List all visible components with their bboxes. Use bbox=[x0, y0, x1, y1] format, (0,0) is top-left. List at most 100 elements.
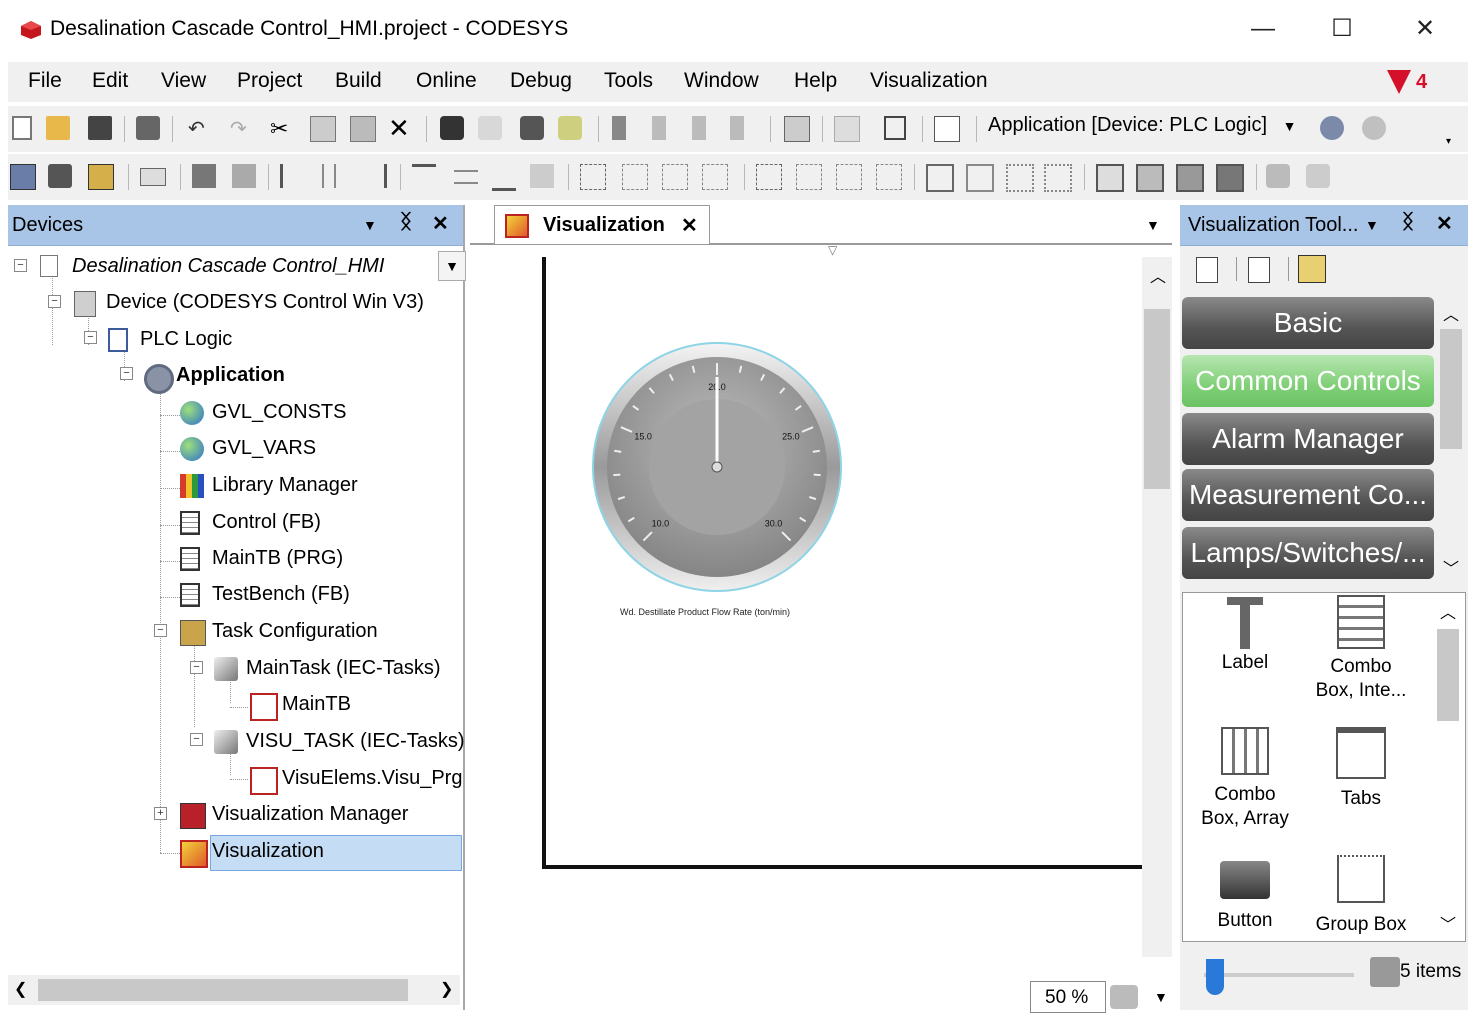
login-icon[interactable] bbox=[1320, 116, 1344, 140]
menu-visualization[interactable]: Visualization bbox=[870, 69, 988, 93]
ungroup-icon[interactable] bbox=[232, 164, 256, 188]
toolbox-item-group-box[interactable]: Group Box bbox=[1301, 855, 1421, 937]
collapse-toggle[interactable]: − bbox=[190, 733, 203, 746]
copy-icon[interactable] bbox=[310, 116, 336, 142]
same-spacing-icon[interactable] bbox=[662, 164, 688, 190]
select-all-icon[interactable] bbox=[1266, 164, 1290, 188]
group-icon[interactable] bbox=[192, 164, 216, 188]
distribute-vertical-icon[interactable] bbox=[756, 164, 782, 190]
visu-element-list-icon[interactable] bbox=[10, 164, 36, 190]
close-panel-icon[interactable]: ✕ bbox=[1436, 211, 1453, 236]
category-basic[interactable]: Basic bbox=[1182, 297, 1434, 349]
search-toolbox-icon[interactable] bbox=[1370, 957, 1400, 987]
slider-thumb[interactable] bbox=[1206, 959, 1224, 995]
collapse-toggle[interactable]: − bbox=[84, 331, 97, 344]
active-application-selector[interactable]: Application [Device: PLC Logic] ▼ bbox=[988, 114, 1297, 144]
toolbox-view-icons-icon[interactable] bbox=[1248, 257, 1270, 283]
bring-forward-icon[interactable] bbox=[1176, 164, 1204, 192]
panel-menu-chevron-icon[interactable]: ▼ bbox=[363, 217, 377, 233]
clipboard-icon[interactable] bbox=[784, 116, 810, 142]
remove-spacing-icon[interactable] bbox=[702, 164, 728, 190]
tab-list-chevron-icon[interactable]: ▼ bbox=[1146, 217, 1160, 233]
size-to-grid-icon[interactable] bbox=[966, 164, 994, 192]
collapse-toggle[interactable]: − bbox=[120, 367, 133, 380]
scroll-thumb[interactable] bbox=[1437, 629, 1459, 721]
toolbox-item-tabs[interactable]: Tabs bbox=[1301, 727, 1421, 811]
replace-icon[interactable] bbox=[478, 116, 502, 140]
frame-selection-icon[interactable] bbox=[140, 168, 166, 186]
print-icon[interactable] bbox=[136, 116, 160, 140]
menu-edit[interactable]: Edit bbox=[92, 69, 128, 93]
menu-window[interactable]: Window bbox=[684, 69, 759, 93]
zoom-chevron-down-icon[interactable]: ▼ bbox=[1154, 989, 1168, 1005]
background-icon[interactable] bbox=[530, 164, 554, 188]
scroll-down-icon[interactable]: ﹀ bbox=[1440, 911, 1456, 935]
close-window-button[interactable]: ✕ bbox=[1405, 12, 1445, 46]
menu-file[interactable]: File bbox=[28, 69, 62, 93]
category-common-controls[interactable]: Common Controls bbox=[1182, 355, 1434, 407]
same-size-icon[interactable] bbox=[926, 164, 954, 192]
bring-to-front-icon[interactable] bbox=[1096, 164, 1124, 192]
toolbox-hammer-icon[interactable] bbox=[1298, 255, 1326, 283]
deselect-icon[interactable] bbox=[1306, 164, 1330, 188]
clear-bookmarks-icon[interactable] bbox=[730, 116, 744, 140]
logout-icon[interactable] bbox=[1362, 116, 1386, 140]
find-in-project-icon[interactable] bbox=[520, 116, 544, 140]
minimize-button[interactable]: — bbox=[1243, 12, 1283, 46]
dropdown-chevron-icon[interactable]: ▼ bbox=[438, 251, 466, 281]
pin-icon[interactable]: ᛝ bbox=[1402, 211, 1414, 234]
export-icon[interactable] bbox=[884, 116, 906, 140]
distribute-horizontal-icon[interactable] bbox=[580, 164, 606, 190]
paste-icon[interactable] bbox=[350, 116, 376, 142]
center-horizontal-icon[interactable] bbox=[1006, 164, 1034, 192]
previous-bookmark-icon[interactable] bbox=[692, 116, 706, 140]
scroll-thumb[interactable] bbox=[1144, 309, 1170, 489]
zoom-magnifier-icon[interactable] bbox=[1110, 985, 1138, 1009]
close-panel-icon[interactable]: ✕ bbox=[432, 211, 449, 236]
scroll-down-icon[interactable]: ﹀ bbox=[1443, 555, 1459, 579]
scroll-thumb[interactable] bbox=[38, 979, 408, 1001]
maximize-button[interactable]: ☐ bbox=[1322, 12, 1362, 46]
category-measurement-controls[interactable]: Measurement Co... bbox=[1182, 469, 1434, 521]
category-alarm-manager[interactable]: Alarm Manager bbox=[1182, 413, 1434, 465]
toolbox-item-button[interactable]: Button bbox=[1185, 861, 1305, 933]
panel-menu-chevron-icon[interactable]: ▼ bbox=[1365, 217, 1379, 233]
align-middle-icon[interactable] bbox=[454, 170, 478, 184]
align-top-icon[interactable] bbox=[412, 164, 436, 191]
collapse-toggle[interactable]: − bbox=[14, 259, 27, 272]
menu-build[interactable]: Build bbox=[335, 69, 382, 93]
toolbox-item-label[interactable]: Label bbox=[1185, 595, 1305, 675]
toolbox-view-list-icon[interactable] bbox=[1196, 257, 1218, 283]
toolbox-item-combo-box-integer[interactable]: Combo Box, Inte... bbox=[1301, 595, 1421, 703]
delete-icon[interactable]: ✕ bbox=[388, 115, 412, 141]
align-center-icon[interactable] bbox=[322, 164, 336, 188]
menu-tools[interactable]: Tools bbox=[604, 69, 653, 93]
tree-item-project[interactable]: Desalination Cascade Control_HMI ▼ bbox=[40, 251, 466, 283]
bookmark-icon[interactable] bbox=[612, 116, 626, 140]
insert-element-icon[interactable] bbox=[834, 116, 860, 142]
expand-toggle[interactable]: + bbox=[154, 807, 167, 820]
find-icon[interactable] bbox=[440, 116, 464, 140]
cut-icon[interactable]: ✂ bbox=[270, 116, 294, 141]
items-scrollbar[interactable]: ︿ ﹀ bbox=[1433, 593, 1463, 939]
close-tab-icon[interactable]: ✕ bbox=[681, 213, 698, 238]
same-height-icon[interactable] bbox=[796, 164, 822, 190]
save-icon[interactable] bbox=[88, 116, 112, 140]
scroll-left-icon[interactable]: ❮ bbox=[14, 979, 27, 999]
redo-icon[interactable]: ↷ bbox=[230, 116, 254, 140]
scroll-up-icon[interactable]: ︿ bbox=[1150, 263, 1166, 287]
tab-visualization[interactable]: Visualization ✕ bbox=[494, 205, 710, 244]
menu-view[interactable]: View bbox=[161, 69, 206, 93]
center-vertical-icon[interactable] bbox=[1044, 164, 1072, 192]
visualization-canvas[interactable]: 10.015.020.025.030.0 Wd. Destillate Prod… bbox=[470, 257, 1146, 957]
replace-in-project-icon[interactable] bbox=[558, 116, 582, 140]
open-folder-icon[interactable] bbox=[46, 116, 70, 140]
icon-size-slider[interactable] bbox=[1204, 973, 1354, 977]
decrease-vspacing-icon[interactable] bbox=[876, 164, 902, 190]
align-bottom-icon[interactable] bbox=[492, 164, 516, 191]
collapse-toggle[interactable]: − bbox=[154, 624, 167, 637]
menu-online[interactable]: Online bbox=[416, 69, 477, 93]
collapse-toggle[interactable]: − bbox=[190, 661, 203, 674]
new-file-icon[interactable] bbox=[12, 116, 32, 140]
interface-editor-icon[interactable] bbox=[88, 164, 114, 190]
